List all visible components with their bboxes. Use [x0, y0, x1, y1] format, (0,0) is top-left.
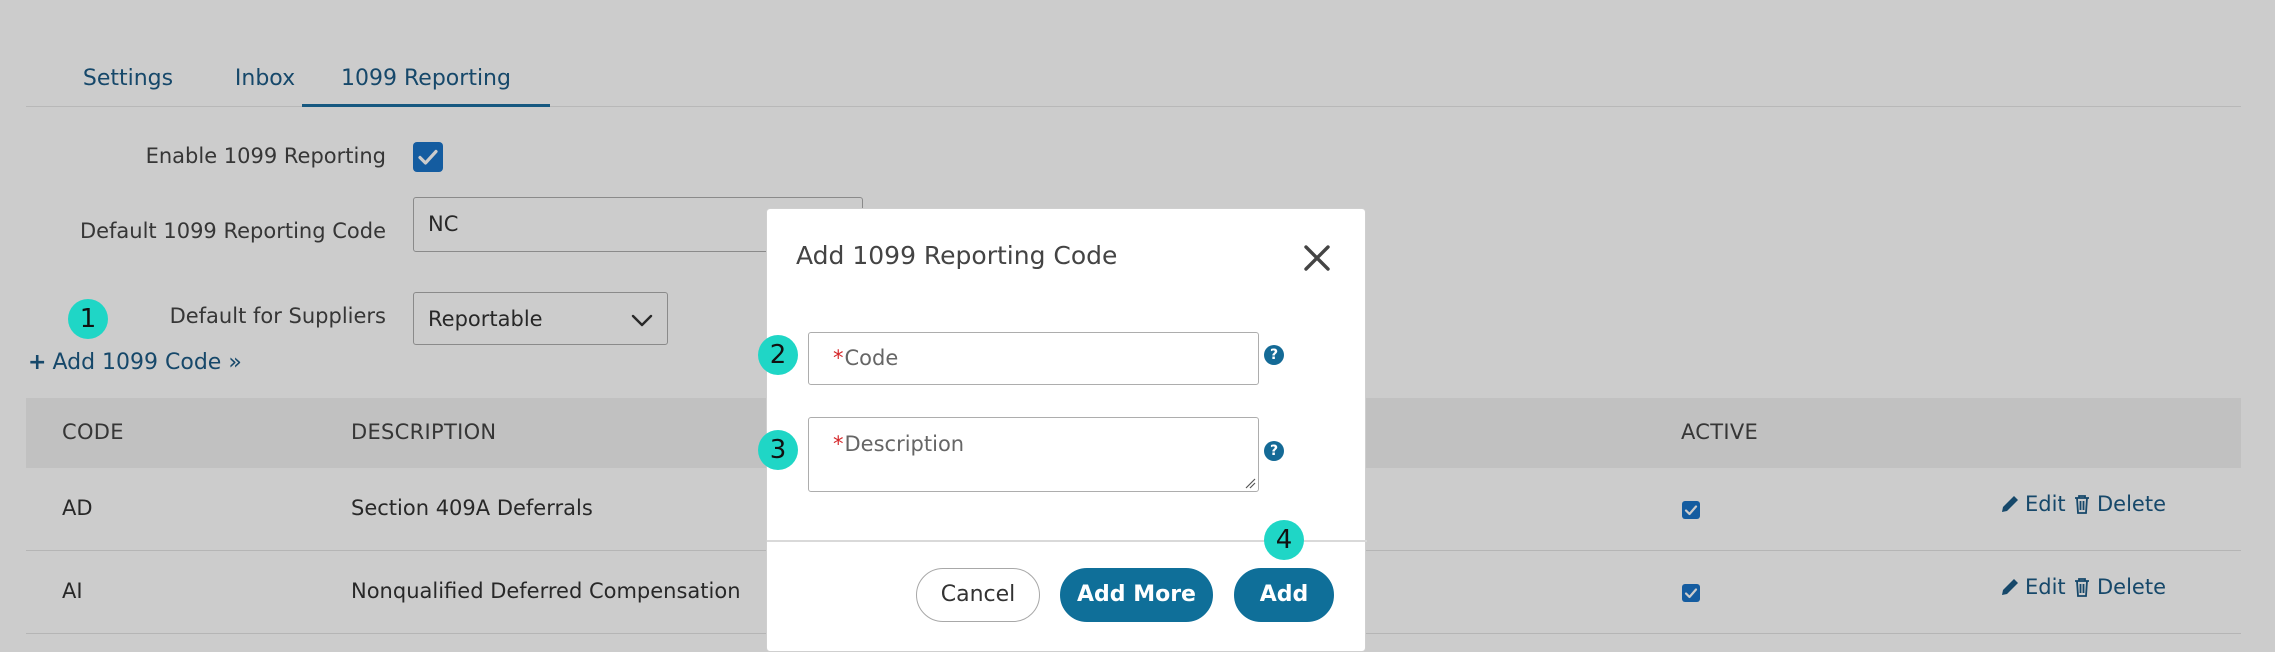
- required-mark: *: [833, 432, 844, 456]
- help-icon[interactable]: ?: [1264, 345, 1284, 365]
- close-icon: [1304, 245, 1330, 271]
- step-badge-3: 3: [758, 430, 798, 470]
- resize-handle-icon[interactable]: [1244, 477, 1256, 489]
- add-more-button[interactable]: Add More: [1060, 568, 1213, 622]
- required-mark: *: [833, 346, 844, 370]
- close-button[interactable]: [1301, 242, 1333, 274]
- step-badge-2: 2: [758, 335, 798, 375]
- page: Settings Inbox 1099 Reporting Enable 109…: [0, 0, 2275, 652]
- description-placeholder: Description: [844, 432, 965, 456]
- description-textarea[interactable]: *Description: [808, 417, 1259, 492]
- add-button[interactable]: Add: [1234, 568, 1334, 622]
- add-code-modal: Add 1099 Reporting Code *Code ? *Descrip…: [766, 208, 1367, 652]
- code-input[interactable]: *Code: [808, 332, 1259, 385]
- step-badge-1: 1: [68, 299, 108, 339]
- help-icon[interactable]: ?: [1264, 441, 1284, 461]
- code-placeholder: Code: [844, 346, 899, 370]
- cancel-button[interactable]: Cancel: [916, 568, 1040, 622]
- modal-title: Add 1099 Reporting Code: [796, 241, 1118, 270]
- step-badge-4: 4: [1264, 520, 1304, 560]
